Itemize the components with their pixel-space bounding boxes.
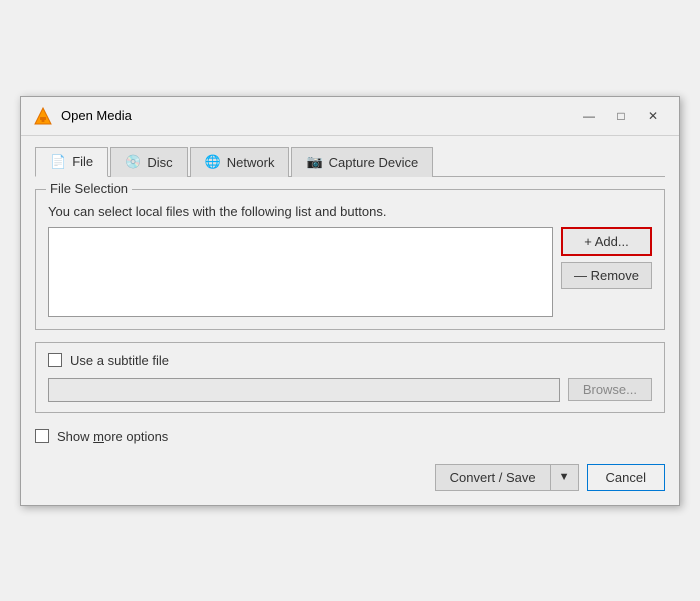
tab-network-label: Network [227, 155, 275, 170]
subtitle-label: Use a subtitle file [70, 353, 169, 368]
window-content: 📄 File 💿 Disc 🌐 Network 📷 Capture Device… [21, 136, 679, 505]
file-selection-description: You can select local files with the foll… [48, 204, 652, 219]
subtitle-checkbox[interactable] [48, 353, 62, 367]
remove-button[interactable]: — Remove [561, 262, 652, 289]
subtitle-input[interactable] [48, 378, 560, 402]
tab-capture-label: Capture Device [329, 155, 419, 170]
cancel-button[interactable]: Cancel [587, 464, 665, 491]
file-area: + Add... — Remove [48, 227, 652, 317]
capture-tab-icon: 📷 [306, 154, 322, 170]
tab-file-label: File [72, 154, 93, 169]
tab-network[interactable]: 🌐 Network [190, 147, 290, 177]
convert-save-button[interactable]: Convert / Save [436, 465, 551, 490]
minimize-button[interactable]: — [575, 105, 603, 127]
title-bar-controls: — □ ✕ [575, 105, 667, 127]
disc-tab-icon: 💿 [125, 154, 141, 170]
subtitle-row: Browse... [48, 378, 652, 402]
open-media-dialog: Open Media — □ ✕ 📄 File 💿 Disc 🌐 Network [20, 96, 680, 506]
title-bar: Open Media — □ ✕ [21, 97, 679, 136]
convert-save-wrapper: Convert / Save ▼ [435, 464, 579, 491]
show-more-label[interactable]: Show more options [57, 429, 168, 444]
network-tab-icon: 🌐 [205, 154, 221, 170]
footer: Convert / Save ▼ Cancel [35, 460, 665, 491]
file-selection-group-label: File Selection [46, 181, 132, 196]
tab-disc[interactable]: 💿 Disc [110, 147, 187, 177]
file-buttons: + Add... — Remove [561, 227, 652, 289]
title-bar-left: Open Media [33, 106, 132, 126]
maximize-button[interactable]: □ [607, 105, 635, 127]
tab-disc-label: Disc [147, 155, 172, 170]
tab-bar: 📄 File 💿 Disc 🌐 Network 📷 Capture Device [35, 146, 665, 177]
convert-save-dropdown[interactable]: ▼ [551, 465, 578, 490]
file-list[interactable] [48, 227, 553, 317]
show-more-options: Show more options [35, 429, 665, 444]
file-tab-icon: 📄 [50, 154, 66, 170]
add-button[interactable]: + Add... [561, 227, 652, 256]
show-more-checkbox[interactable] [35, 429, 49, 443]
subtitle-header: Use a subtitle file [48, 353, 652, 368]
file-selection-group: File Selection You can select local file… [35, 189, 665, 330]
window-title: Open Media [61, 108, 132, 123]
vlc-icon [33, 106, 53, 126]
tab-capture[interactable]: 📷 Capture Device [291, 147, 433, 177]
subtitle-section: Use a subtitle file Browse... [35, 342, 665, 413]
tab-file[interactable]: 📄 File [35, 147, 108, 177]
close-button[interactable]: ✕ [639, 105, 667, 127]
browse-button[interactable]: Browse... [568, 378, 652, 401]
